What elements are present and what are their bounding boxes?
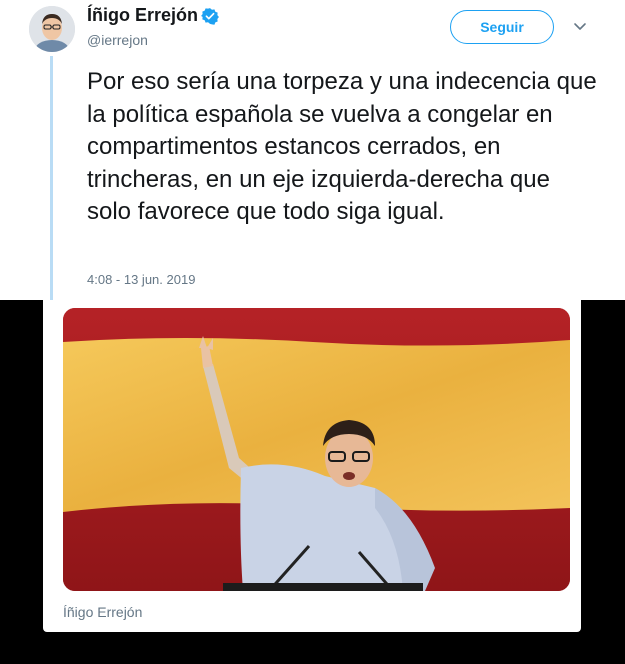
author-handle[interactable]: @ierrejon — [87, 32, 148, 48]
thread-line — [50, 56, 53, 300]
tweet-header-area: Íñigo Errejón @ierrejon Seguir Por eso s… — [0, 0, 625, 300]
tweet-image[interactable] — [63, 308, 570, 591]
chevron-down-icon[interactable] — [572, 20, 588, 34]
follow-button[interactable]: Seguir — [450, 10, 554, 44]
avatar[interactable] — [29, 6, 75, 52]
author-name[interactable]: Íñigo Errejón — [87, 5, 198, 26]
avatar-portrait — [29, 6, 75, 52]
verified-badge-icon — [201, 8, 219, 25]
flag-photo-illustration — [63, 308, 570, 591]
card-source-label: Íñigo Errejón — [63, 604, 143, 620]
tweet-timestamp[interactable]: 4:08 - 13 jun. 2019 — [87, 272, 195, 287]
tweet-text: Por eso sería una torpeza y una indecenc… — [87, 68, 597, 225]
media-card[interactable]: Íñigo Errejón — [43, 300, 581, 632]
